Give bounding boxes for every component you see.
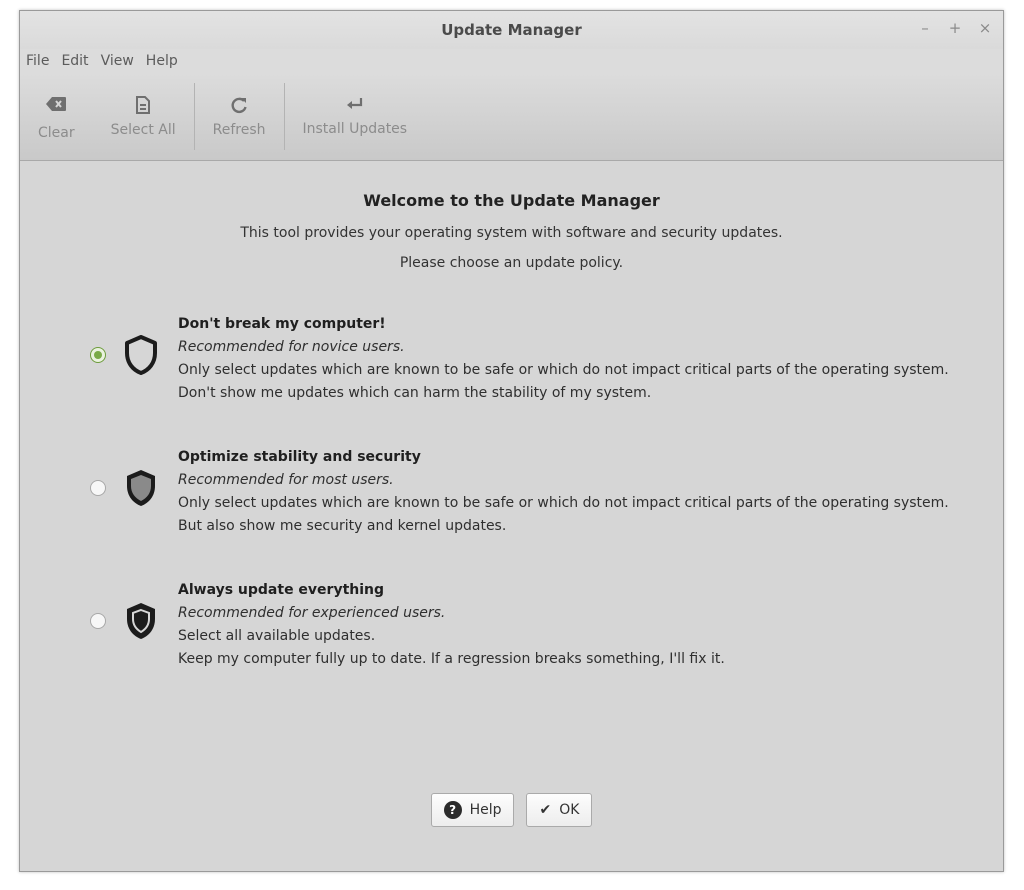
policy-radio-1[interactable] (90, 347, 106, 363)
shield-outline-icon (125, 335, 157, 375)
checkmark-icon: ✔ (539, 802, 552, 818)
policy-text-3: Always update everything Recommended for… (178, 579, 725, 671)
policy-title: Optimize stability and security (178, 449, 421, 465)
window-title: Update Manager (441, 21, 582, 39)
dialog-buttons: ? Help ✔ OK (20, 793, 1003, 827)
clear-button[interactable]: Clear (20, 73, 93, 160)
welcome-heading: Welcome to the Update Manager (363, 191, 660, 210)
ok-label: OK (559, 802, 580, 818)
policy-title: Always update everything (178, 582, 385, 598)
policy-recommendation: Recommended for novice users. (178, 339, 405, 355)
titlebar[interactable]: Update Manager – + × (20, 11, 1003, 49)
policy-recommendation: Recommended for most users. (178, 472, 394, 488)
prompt-text: Please choose an update policy. (399, 255, 624, 271)
menu-file[interactable]: File (26, 53, 49, 69)
menu-help[interactable]: Help (146, 53, 178, 69)
toolbar: Clear Select All Refresh Install Updates (20, 73, 1003, 161)
policy-description: Don't show me updates which can harm the… (178, 385, 652, 401)
policy-text-2: Optimize stability and security Recommen… (178, 446, 949, 538)
install-updates-button[interactable]: Install Updates (285, 73, 426, 160)
backspace-icon (46, 96, 67, 111)
policy-description: Keep my computer fully up to date. If a … (178, 651, 725, 667)
window-controls: – + × (917, 19, 993, 37)
menu-edit[interactable]: Edit (61, 53, 88, 69)
select-all-label: Select All (110, 121, 176, 138)
close-button[interactable]: × (977, 19, 993, 37)
shield-half-icon (127, 470, 155, 506)
shield-filled-icon (127, 603, 155, 639)
refresh-label: Refresh (212, 121, 266, 138)
refresh-button[interactable]: Refresh (195, 73, 284, 160)
menu-view[interactable]: View (101, 53, 134, 69)
refresh-icon (231, 97, 247, 113)
minimize-button[interactable]: – (917, 19, 933, 37)
policy-radio-2[interactable] (90, 480, 106, 496)
clear-label: Clear (38, 124, 75, 141)
description-text: This tool provides your operating system… (240, 225, 783, 241)
policy-description: But also show me security and kernel upd… (178, 518, 507, 534)
select-all-button[interactable]: Select All (93, 73, 194, 160)
policy-title: Don't break my computer! (178, 316, 386, 332)
maximize-button[interactable]: + (947, 19, 963, 37)
help-icon: ? (443, 801, 462, 819)
help-button[interactable]: ? Help (430, 793, 515, 827)
ok-button[interactable]: ✔ OK (526, 793, 593, 827)
policy-recommendation: Recommended for experienced users. (178, 605, 446, 621)
policy-option-2[interactable]: Optimize stability and security Recommen… (90, 446, 973, 542)
update-manager-window: Update Manager – + × File Edit View Help… (19, 10, 1004, 872)
policy-option-1[interactable]: Don't break my computer! Recommended for… (90, 313, 973, 409)
policy-description: Select all available updates. (178, 628, 376, 644)
policy-description: Only select updates which are known to b… (178, 362, 949, 378)
policy-radio-3[interactable] (90, 613, 106, 629)
policy-text-1: Don't break my computer! Recommended for… (178, 313, 949, 405)
help-label: Help (469, 802, 502, 818)
document-icon (136, 95, 151, 114)
install-updates-label: Install Updates (302, 120, 408, 137)
content-area: Welcome to the Update Manager This tool … (20, 161, 1003, 871)
menubar: File Edit View Help (20, 49, 1003, 73)
return-arrow-icon (346, 97, 362, 109)
policy-option-3[interactable]: Always update everything Recommended for… (90, 579, 973, 675)
policy-description: Only select updates which are known to b… (178, 495, 949, 511)
